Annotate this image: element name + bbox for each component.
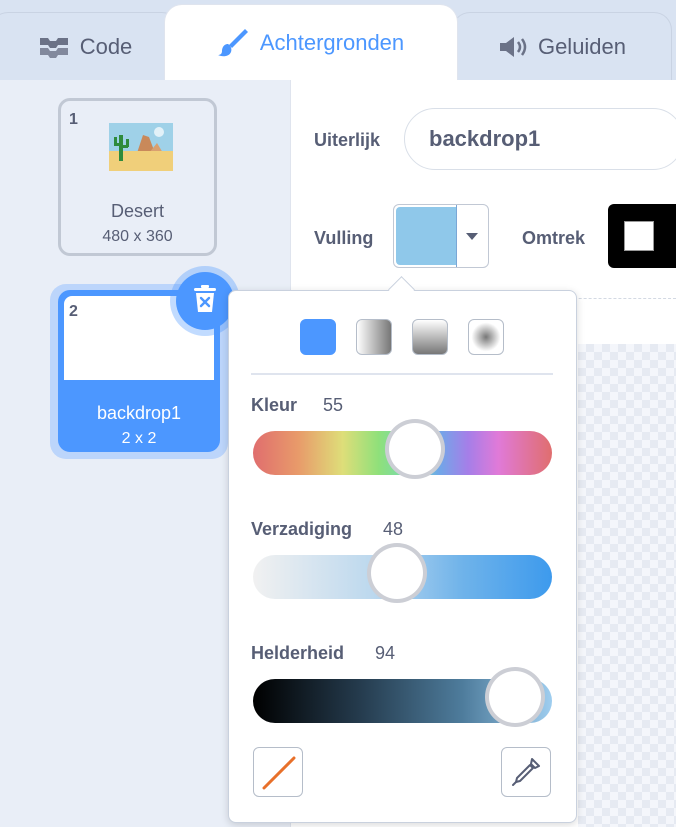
trash-icon xyxy=(192,284,218,319)
tab-bar: Code Achtergronden Geluiden xyxy=(0,0,676,80)
backdrop-name: backdrop1 xyxy=(96,403,182,423)
saturation-slider-handle[interactable] xyxy=(367,543,428,603)
eyedropper-button[interactable] xyxy=(501,747,551,797)
fill-mode-vertical-gradient[interactable] xyxy=(412,319,448,355)
tab-backdrops[interactable]: Achtergronden xyxy=(164,4,458,80)
backdrop-number: 1 xyxy=(69,111,78,128)
color-picker-popover: Kleur 55 Verzadiging 48 Helderheid 94 xyxy=(228,290,577,823)
brightness-slider-handle[interactable] xyxy=(484,667,545,727)
swatch-divider xyxy=(456,205,457,267)
backdrop-item-desert[interactable]: 1 Desert 480 x 360 xyxy=(58,98,217,256)
no-color-icon xyxy=(262,756,296,790)
tab-sounds-label: Geluiden xyxy=(537,33,627,59)
fill-mode-solid[interactable] xyxy=(300,319,336,355)
outline-swatch-inner xyxy=(624,221,654,251)
hue-slider-handle[interactable] xyxy=(385,419,446,479)
fill-mode-radial-gradient[interactable] xyxy=(468,319,504,355)
brightness-label: Helderheid xyxy=(251,643,345,663)
hue-label: Kleur xyxy=(251,395,298,415)
delete-backdrop-button[interactable] xyxy=(176,272,234,330)
desert-thumbnail xyxy=(109,123,173,171)
paintbrush-icon xyxy=(217,28,250,58)
tab-code-label: Code xyxy=(79,33,133,59)
outline-color-button[interactable] xyxy=(608,204,676,268)
code-blocks-icon xyxy=(38,36,70,58)
costume-name-label: Uiterlijk xyxy=(314,130,381,150)
speaker-icon xyxy=(498,35,528,59)
fill-label: Vulling xyxy=(314,228,374,248)
fill-color-button[interactable] xyxy=(393,204,489,268)
tab-sounds[interactable]: Geluiden xyxy=(452,12,672,80)
brightness-value: 94 xyxy=(375,643,396,663)
fill-mode-horizontal-gradient[interactable] xyxy=(356,319,392,355)
backdrop-size: 480 x 360 xyxy=(102,228,173,245)
outline-label: Omtrek xyxy=(522,228,586,248)
no-fill-button[interactable] xyxy=(253,747,303,797)
popover-divider xyxy=(251,373,553,375)
backdrop-name: Desert xyxy=(110,201,164,221)
backdrop-size: 2 x 2 xyxy=(121,430,157,447)
paint-canvas[interactable] xyxy=(578,344,676,827)
fill-color-swatch xyxy=(396,207,456,265)
costume-name-input[interactable]: backdrop1 xyxy=(404,108,676,170)
saturation-value: 48 xyxy=(383,519,404,539)
saturation-label: Verzadiging xyxy=(251,519,353,539)
hue-value: 55 xyxy=(323,395,344,415)
backdrop-number: 2 xyxy=(69,303,78,320)
chevron-down-icon xyxy=(466,233,478,240)
tab-backdrops-label: Achtergronden xyxy=(259,29,405,55)
eyedropper-icon xyxy=(512,758,540,786)
tab-code[interactable]: Code xyxy=(0,12,180,80)
